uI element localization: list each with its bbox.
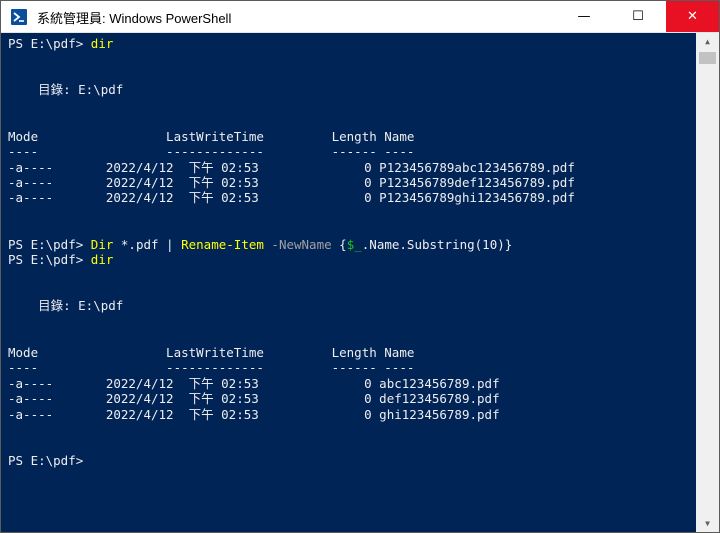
console-text-segment: 目錄: E:\pdf (8, 298, 124, 314)
scroll-down-button[interactable]: ▼ (696, 515, 719, 532)
console-line: ---- ------------- ------ ---- (8, 360, 575, 375)
console-text-segment: -a---- 2022/4/12 下午 02:53 0 abc123456789… (8, 375, 500, 391)
console-text-segment: *.pdf | (113, 236, 182, 252)
console-text-segment: -a---- 2022/4/12 下午 02:53 0 P123456789ab… (8, 159, 575, 175)
console-text-segment: -a---- 2022/4/12 下午 02:53 0 ghi123456789… (8, 406, 500, 422)
console-line: PS E:\pdf> dir (8, 36, 575, 51)
console-text-segment: PS E:\pdf> (8, 236, 91, 252)
console-text-segment: PS E:\pdf> (8, 452, 84, 468)
console-line: PS E:\pdf> dir (8, 252, 575, 267)
console-output[interactable]: PS E:\pdf> dir 目錄: E:\pdf Mode LastWriteT… (1, 33, 696, 532)
console-line: -a---- 2022/4/12 下午 02:53 0 ghi123456789… (8, 407, 575, 422)
maximize-icon: ☐ (632, 9, 644, 24)
console-text-segment: -a---- 2022/4/12 下午 02:53 0 P123456789de… (8, 174, 575, 190)
console-text-segment: .Name.Substring(10)} (361, 236, 513, 252)
console-text-segment: -NewName (263, 236, 332, 252)
console-line: Mode LastWriteTime Length Name (8, 129, 575, 144)
console-line: Mode LastWriteTime Length Name (8, 345, 575, 360)
console-line: 目錄: E:\pdf (8, 82, 575, 97)
console-line: ---- ------------- ------ ---- (8, 144, 575, 159)
arrow-up-icon: ▲ (705, 37, 710, 46)
console-text-segment: -a---- 2022/4/12 下午 02:53 0 P123456789gh… (8, 190, 575, 206)
console-line: -a---- 2022/4/12 下午 02:53 0 abc123456789… (8, 376, 575, 391)
console-line: -a---- 2022/4/12 下午 02:53 0 P123456789ab… (8, 160, 575, 175)
console-text-segment: -a---- 2022/4/12 下午 02:53 0 def123456789… (8, 391, 500, 407)
console-text-segment: Mode LastWriteTime Length Name (8, 128, 415, 144)
console-text-segment: { (331, 236, 347, 252)
close-button[interactable]: ✕ (666, 1, 719, 32)
vertical-scrollbar[interactable]: ▲ ▼ (696, 33, 719, 532)
maximize-button[interactable]: ☐ (615, 1, 661, 32)
console-text-segment: Rename-Item (181, 236, 264, 252)
console-line: PS E:\pdf> (8, 453, 575, 468)
console-text-segment: 目錄: E:\pdf (8, 82, 124, 98)
console-line: 目錄: E:\pdf (8, 298, 575, 313)
console-text-segment: PS E:\pdf> (8, 36, 91, 51)
console-text-segment: $_ (346, 236, 362, 252)
scroll-up-button[interactable]: ▲ (696, 33, 719, 50)
console-text-segment: dir (90, 252, 114, 268)
console-line: -a---- 2022/4/12 下午 02:53 0 P123456789de… (8, 175, 575, 190)
console-text-segment: Dir (90, 236, 114, 252)
console-line: PS E:\pdf> Dir *.pdf | Rename-Item -NewN… (8, 237, 575, 252)
title-bar[interactable]: 系統管理員: Windows PowerShell — ☐ ✕ (1, 1, 719, 33)
console-lines: PS E:\pdf> dir 目錄: E:\pdf Mode LastWriteT… (8, 36, 575, 468)
minimize-icon: — (577, 9, 591, 24)
close-icon: ✕ (687, 9, 698, 24)
console-text-segment: ---- ------------- ------ ---- (8, 144, 415, 160)
minimize-button[interactable]: — (561, 1, 607, 32)
console-line: -a---- 2022/4/12 下午 02:53 0 def123456789… (8, 391, 575, 406)
scrollbar-thumb[interactable] (699, 52, 716, 64)
console-text-segment: PS E:\pdf> (8, 252, 91, 268)
console-line: -a---- 2022/4/12 下午 02:53 0 P123456789gh… (8, 190, 575, 205)
console-text-segment: Mode LastWriteTime Length Name (8, 344, 415, 360)
powershell-window: 系統管理員: Windows PowerShell — ☐ ✕ PS E:\pd… (0, 0, 720, 533)
window-title: 系統管理員: Windows PowerShell (37, 11, 232, 26)
console-text-segment: dir (90, 36, 114, 51)
powershell-icon[interactable] (11, 9, 27, 25)
arrow-down-icon: ▼ (705, 519, 710, 528)
console-text-segment: ---- ------------- ------ ---- (8, 360, 415, 376)
